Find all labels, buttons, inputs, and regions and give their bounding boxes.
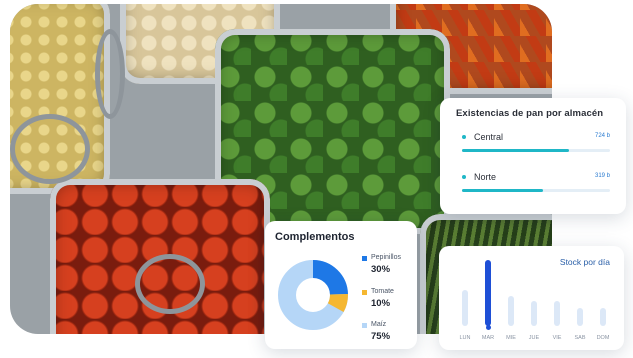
legend-swatch [362, 323, 367, 328]
daily-bar-mie [508, 296, 514, 326]
complements-card: Complementos Pepinillos 30% Tomate 10% M… [265, 221, 417, 349]
warehouse-value: 724 b [594, 133, 610, 139]
legend-label: Maíz [371, 321, 387, 328]
legend-value: 75% [371, 331, 391, 342]
tongs-left [10, 114, 90, 184]
warehouse-name: Central [474, 132, 504, 142]
legend-value: 30% [371, 264, 391, 275]
warehouse-progress-track [462, 189, 610, 192]
day-label-mar: MAR [481, 335, 495, 341]
warehouse-stock-card: Existencias de pan por almacén Central 7… [440, 98, 626, 214]
status-dot [462, 135, 466, 139]
daily-bar-lun [462, 290, 468, 326]
warehouse-progress-fill [462, 149, 569, 152]
legend-label: Tomate [371, 288, 394, 295]
tongs-handle [95, 29, 125, 119]
daily-bar-dom [600, 308, 606, 326]
warehouse-name: Norte [474, 172, 497, 182]
daily-stock-title: Stock por día [559, 257, 610, 267]
daily-stock-card: Stock por día LUN MAR MIE JUE VIE SAB DOM [439, 246, 624, 350]
day-label-vie: VIE [552, 335, 562, 341]
daily-bar-mar [485, 260, 491, 326]
complements-donut [278, 260, 348, 330]
warehouse-value: 319 b [594, 173, 610, 179]
legend-value: 10% [371, 298, 391, 309]
daily-bar-sab [577, 308, 583, 326]
legend-swatch [362, 256, 367, 261]
day-label-lun: LUN [459, 335, 471, 341]
donut-hole [299, 281, 327, 309]
warehouse-stock-title: Existencias de pan por almacén [456, 108, 604, 119]
warehouse-progress-track [462, 149, 610, 152]
day-label-jue: JUE [528, 335, 540, 341]
warehouse-progress-fill [462, 189, 544, 192]
daily-bar-vie [554, 301, 560, 326]
complements-title: Complementos [275, 231, 355, 243]
legend-label: Pepinillos [371, 254, 401, 261]
day-label-dom: DOM [596, 335, 610, 341]
active-day-dot [485, 325, 491, 330]
day-label-mie: MIE [506, 335, 516, 341]
daily-bar-jue [531, 301, 537, 326]
tongs-tomato [135, 254, 205, 314]
day-label-sab: SAB [574, 335, 586, 341]
status-dot [462, 175, 466, 179]
legend-swatch [362, 290, 367, 295]
